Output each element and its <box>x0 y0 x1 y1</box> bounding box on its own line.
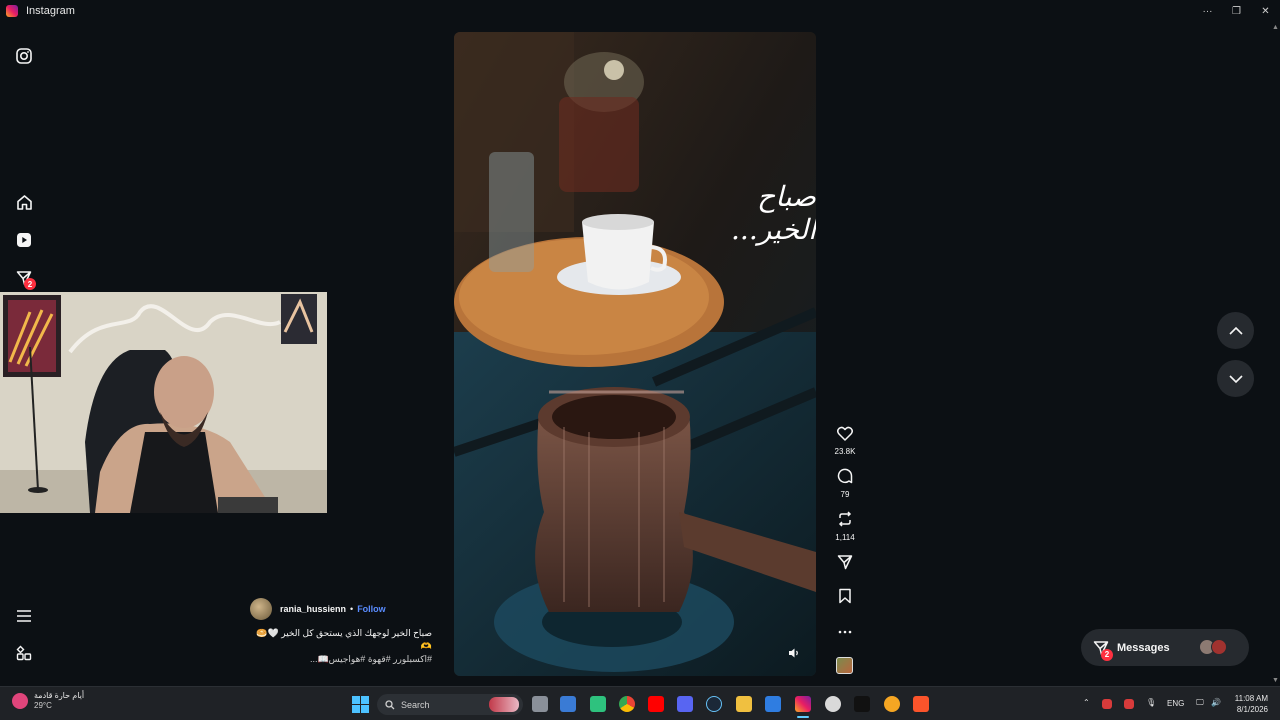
also-from-meta-icon[interactable] <box>14 643 34 663</box>
reels-icon[interactable] <box>14 230 34 250</box>
brave-icon[interactable] <box>913 696 929 712</box>
discord-icon[interactable] <box>677 696 693 712</box>
instagram-taskbar-icon[interactable] <box>795 696 811 712</box>
author-row: rania_hussienn • Follow <box>240 596 440 622</box>
start-icon[interactable] <box>352 696 369 713</box>
reel-video[interactable]: صباح الخير... <box>454 32 816 676</box>
chevron-down-icon <box>1228 374 1243 383</box>
webcam-overlay <box>0 292 327 513</box>
share-button[interactable] <box>830 554 860 575</box>
send-icon <box>837 555 853 570</box>
clock[interactable]: 11:08 AM 8/1/2026 <box>1235 693 1268 715</box>
weather-title: أيام حارة قادمة <box>34 691 85 700</box>
caption-line: 🫶 <box>420 641 432 651</box>
search-placeholder: Search <box>401 699 430 710</box>
next-reel-button[interactable] <box>1217 360 1254 397</box>
messages-badge: 2 <box>1101 648 1113 661</box>
weather-alert-icon <box>12 693 28 709</box>
like-count: 23.8K <box>834 447 856 456</box>
like-button[interactable]: 23.8K <box>830 426 860 456</box>
home-icon[interactable] <box>14 192 34 212</box>
weather-temp: 29°C <box>34 701 52 710</box>
close-button[interactable]: ✕ <box>1251 0 1280 22</box>
taskbar: أيام حارة قادمة 29°C Search ⌃ 🎙 ENG 🖵 🔊 … <box>0 686 1280 720</box>
scroll-down-icon[interactable]: ▼ <box>1272 677 1279 684</box>
clock-date: 8/1/2026 <box>1236 705 1268 714</box>
follow-button[interactable]: Follow <box>357 604 386 614</box>
bookmark-icon <box>839 588 851 604</box>
obs-icon[interactable] <box>825 696 841 712</box>
messages-label: Messages <box>1117 641 1170 654</box>
window-controls: ··· ❐ ✕ <box>1193 0 1280 22</box>
chevron-up-icon <box>1228 326 1243 335</box>
store-icon[interactable] <box>560 696 576 712</box>
messages-button[interactable]: 2 Messages <box>1081 629 1249 666</box>
reel-overlay-text: صباح الخير... <box>731 180 816 246</box>
comment-icon <box>837 468 853 484</box>
reel-caption-block: rania_hussienn • Follow صباح الخير لوجهك… <box>240 596 440 665</box>
menu-icon[interactable] <box>14 606 34 626</box>
steam-icon[interactable] <box>706 696 722 712</box>
microphone-icon[interactable]: 🎙 <box>1146 698 1156 707</box>
whatsapp-icon[interactable] <box>590 696 606 712</box>
messenger-icon: 2 <box>1093 640 1113 661</box>
task-view-icon[interactable] <box>532 696 548 712</box>
previous-reel-button[interactable] <box>1217 312 1254 349</box>
network-icon[interactable]: 🖵 <box>1196 698 1204 708</box>
instagram-logo-icon[interactable] <box>14 46 34 66</box>
avatar <box>1211 639 1227 655</box>
tray-app-icon[interactable] <box>1102 699 1112 709</box>
code-editor-icon[interactable] <box>765 696 781 712</box>
language-indicator[interactable]: ENG <box>1167 699 1184 708</box>
search-highlight-icon <box>489 697 519 712</box>
more-icon <box>838 630 852 634</box>
repost-button[interactable]: 1,114 <box>830 511 860 542</box>
mute-icon[interactable] <box>788 646 804 662</box>
scrollbar[interactable]: ▲ ▼ <box>1270 22 1280 686</box>
file-explorer-icon[interactable] <box>736 696 752 712</box>
search-box[interactable]: Search <box>377 694 523 715</box>
window-title: Instagram <box>26 5 75 17</box>
more-options-button[interactable]: ··· <box>1193 0 1222 22</box>
scroll-up-icon[interactable]: ▲ <box>1272 24 1279 31</box>
messenger-icon[interactable]: 2 <box>14 268 36 290</box>
audio-thumbnail[interactable] <box>836 657 853 674</box>
avatar[interactable] <box>250 598 272 620</box>
youtube-icon[interactable] <box>648 696 664 712</box>
messenger-badge: 2 <box>24 278 36 290</box>
author-username[interactable]: rania_hussienn <box>280 604 346 614</box>
save-button[interactable] <box>830 588 860 609</box>
comment-count: 79 <box>840 490 850 499</box>
active-app-indicator <box>797 716 809 718</box>
chrome-icon[interactable] <box>619 696 635 712</box>
restore-button[interactable]: ❐ <box>1222 0 1251 22</box>
tiktok-icon[interactable] <box>854 696 870 712</box>
clock-time: 11:08 AM <box>1234 694 1268 703</box>
message-avatars <box>1199 639 1231 655</box>
repost-icon <box>838 511 852 527</box>
tray-overflow-icon[interactable]: ⌃ <box>1083 698 1090 707</box>
weather-widget[interactable]: أيام حارة قادمة 29°C <box>12 691 84 711</box>
more-button[interactable] <box>830 622 860 640</box>
separator-dot: • <box>350 604 354 614</box>
title-bar: Instagram ··· ❐ ✕ <box>0 0 1280 22</box>
tray-app-icon[interactable] <box>1124 699 1134 709</box>
heart-icon <box>837 426 853 441</box>
cloud-icon[interactable] <box>884 696 900 712</box>
search-icon <box>385 699 395 709</box>
repost-count: 1,114 <box>835 533 855 542</box>
caption-hashtags[interactable]: #اكسبلورر #قهوة #هواجيس📖... <box>240 654 432 665</box>
volume-icon[interactable]: 🔊 <box>1211 698 1221 707</box>
caption-line: صباح الخير لوجهك الذي يستحق كل الخير 🤍🥯 <box>256 628 432 638</box>
instagram-app-icon <box>6 5 18 17</box>
comment-button[interactable]: 79 <box>830 468 860 499</box>
